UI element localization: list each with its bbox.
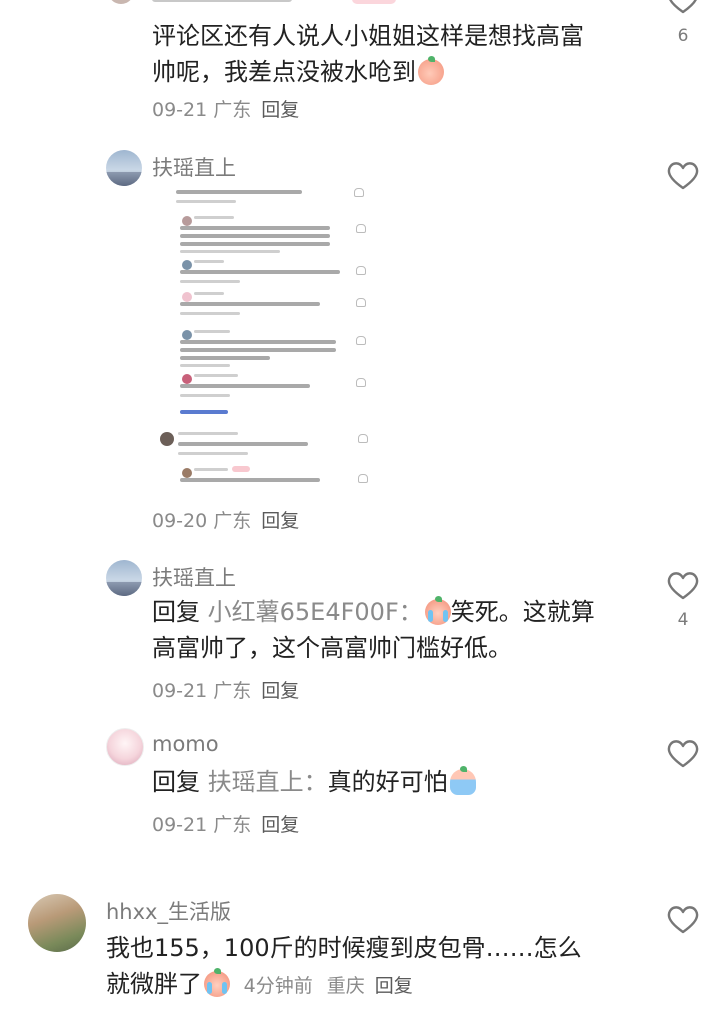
heart-icon[interactable] bbox=[666, 570, 700, 600]
comment-meta: 09-20 广东 回复 bbox=[152, 510, 300, 532]
comment-meta: 09-21 广东 回复 bbox=[152, 814, 300, 836]
reply-button[interactable]: 回复 bbox=[261, 680, 299, 702]
username-cut bbox=[152, 0, 292, 2]
avatar[interactable] bbox=[106, 150, 142, 186]
reply-button[interactable]: 回复 bbox=[375, 975, 413, 997]
comment-item: 扶瑶直上 回复 小红薯65E4F00F： 笑死。这就算 高富帅了，这个高富帅门槛好… bbox=[0, 558, 720, 708]
username[interactable]: momo bbox=[152, 732, 219, 756]
reply-button[interactable]: 回复 bbox=[261, 814, 299, 836]
peach-emoji bbox=[418, 56, 444, 85]
comment-text: 评论区还有人说人小姐姐这样是想找高富 帅呢，我差点没被水呛到 bbox=[152, 22, 584, 86]
comment-text: 回复 小红薯65E4F00F： 笑死。这就算 高富帅了，这个高富帅门槛好低。 bbox=[152, 596, 595, 662]
crying-emoji bbox=[424, 596, 451, 625]
username[interactable]: 扶瑶直上 bbox=[152, 152, 236, 182]
crying-emoji bbox=[204, 968, 230, 997]
heart-icon[interactable] bbox=[666, 738, 700, 768]
comment-meta: 4分钟前 重庆 回复 bbox=[243, 975, 413, 997]
comment-item: 评论区还有人说人小姐姐这样是想找高富 帅呢，我差点没被水呛到 09-21 广东回… bbox=[0, 0, 720, 130]
author-badge bbox=[352, 0, 396, 4]
heart-icon[interactable] bbox=[666, 160, 700, 190]
avatar[interactable] bbox=[106, 560, 142, 596]
fearful-emoji bbox=[449, 766, 476, 795]
comment-item: hhxx_生活版 我也155，100斤的时候瘦到皮包骨……怎么 就微胖了 4分钟… bbox=[0, 890, 720, 1024]
reply-button[interactable]: 回复 bbox=[261, 99, 299, 121]
comment-meta: 09-21 广东 回复 bbox=[152, 99, 300, 121]
like-count: 4 bbox=[677, 610, 689, 630]
reply-target[interactable]: 小红薯65E4F00F： bbox=[208, 598, 423, 626]
avatar[interactable] bbox=[106, 728, 144, 766]
comment-text: 回复 扶瑶直上：真的好可怕 bbox=[152, 764, 476, 800]
reply-target[interactable]: 扶瑶直上： bbox=[208, 768, 328, 796]
comment-image[interactable] bbox=[154, 180, 374, 492]
username[interactable]: hhxx_生活版 bbox=[106, 896, 231, 926]
comment-text: 我也155，100斤的时候瘦到皮包骨……怎么 就微胖了 4分钟前 重庆 回复 bbox=[106, 934, 582, 998]
avatar[interactable] bbox=[108, 0, 134, 4]
avatar[interactable] bbox=[28, 894, 86, 952]
heart-icon[interactable] bbox=[666, 0, 700, 14]
heart-icon[interactable] bbox=[666, 904, 700, 934]
reply-button[interactable]: 回复 bbox=[261, 510, 299, 532]
username[interactable]: 扶瑶直上 bbox=[152, 562, 236, 592]
comment-item: momo 回复 扶瑶直上：真的好可怕 09-21 广东 回复 bbox=[0, 726, 720, 846]
like-count: 6 bbox=[677, 26, 689, 46]
comment-meta: 09-21 广东 回复 bbox=[152, 680, 300, 702]
